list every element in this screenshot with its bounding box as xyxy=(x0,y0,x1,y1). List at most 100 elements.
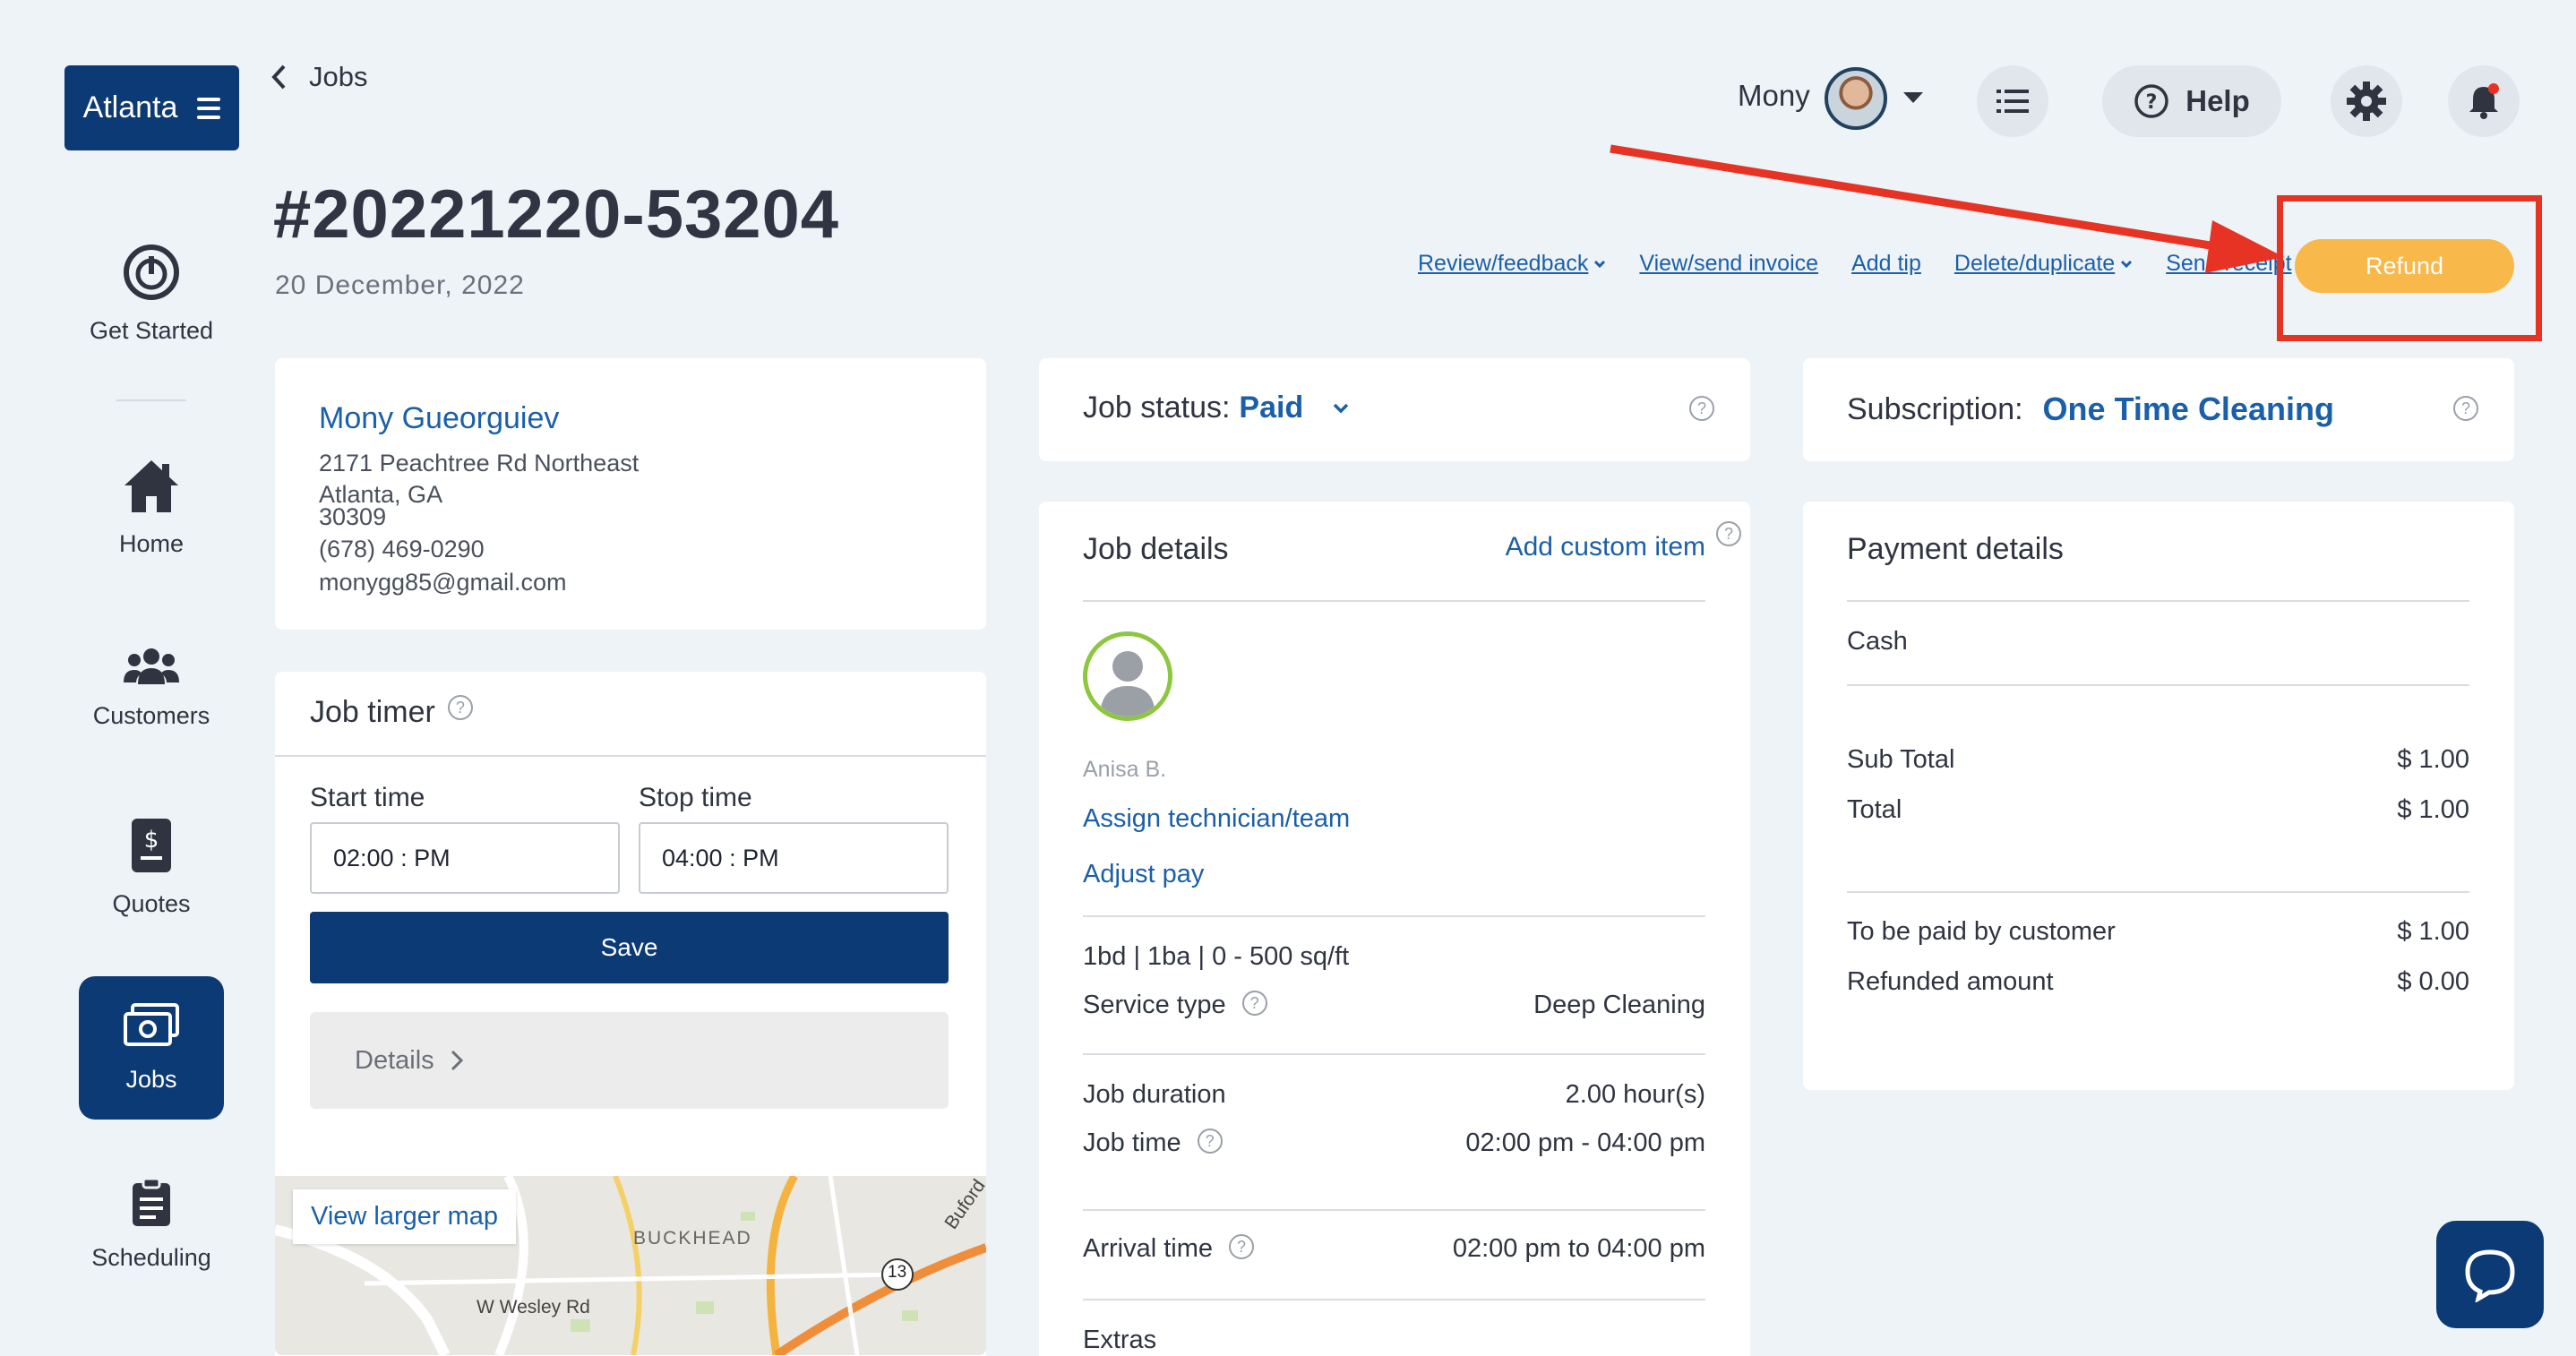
page-title: #20221220-53204 xyxy=(273,176,840,253)
power-icon xyxy=(124,245,179,300)
chat-icon xyxy=(2465,1249,2515,1302)
view-send-invoice-link[interactable]: View/send invoice xyxy=(1639,251,1818,277)
add-tip-link[interactable]: Add tip xyxy=(1851,251,1921,277)
service-type-value: Deep Cleaning xyxy=(1533,991,1705,1019)
customer-name-link[interactable]: Mony Gueorguiev xyxy=(319,401,559,436)
gear-icon xyxy=(2347,82,2386,121)
job-timer-title: Job timer xyxy=(310,695,435,729)
help-icon[interactable]: ? xyxy=(1689,396,1714,421)
svg-text:$: $ xyxy=(144,827,159,854)
customers-icon xyxy=(124,648,179,684)
help-icon[interactable]: ? xyxy=(1197,1129,1223,1154)
subscription-label: Subscription: xyxy=(1847,391,2023,426)
help-icon[interactable]: ? xyxy=(2453,396,2478,421)
job-details-title: Job details xyxy=(1083,532,1229,566)
list-view-button[interactable] xyxy=(1977,65,2048,137)
delete-duplicate-link[interactable]: Delete/duplicate xyxy=(1954,251,2133,277)
review-feedback-link[interactable]: Review/feedback xyxy=(1418,251,1606,277)
chevron-down-icon[interactable] xyxy=(1332,402,1350,415)
nav-label: Scheduling xyxy=(91,1244,211,1271)
job-time-value: 02:00 pm - 04:00 pm xyxy=(1465,1129,1705,1157)
total-value: $ 1.00 xyxy=(2397,795,2469,824)
assign-technician-link[interactable]: Assign technician/team xyxy=(1083,804,1350,834)
jobs-icon xyxy=(124,1002,179,1046)
job-date: 20 December, 2022 xyxy=(275,270,525,300)
nav-home[interactable]: Home xyxy=(79,459,224,558)
technician-name: Anisa B. xyxy=(1083,757,1167,782)
help-icon[interactable]: ? xyxy=(1241,991,1267,1016)
help-icon[interactable]: ? xyxy=(1229,1234,1255,1259)
adjust-pay-link[interactable]: Adjust pay xyxy=(1083,860,1204,889)
help-button[interactable]: ? Help xyxy=(2102,65,2281,137)
nav-customers[interactable]: Customers xyxy=(79,647,224,730)
settings-button[interactable] xyxy=(2331,65,2402,137)
subtotal-label: Sub Total xyxy=(1847,745,1955,774)
arrival-time-value: 02:00 pm to 04:00 pm xyxy=(1452,1234,1705,1263)
save-button[interactable]: Save xyxy=(310,912,949,983)
subscription-card: Subscription: One Time Cleaning ? xyxy=(1803,358,2514,461)
send-receipt-link[interactable]: Send receipt xyxy=(2166,251,2291,277)
map-label-road: W Wesley Rd xyxy=(477,1297,590,1317)
chevron-down-icon xyxy=(2121,260,2133,268)
job-status-label: Job status: xyxy=(1083,390,1231,425)
nav-jobs[interactable]: Jobs xyxy=(79,976,224,1120)
to-be-paid-label: To be paid by customer xyxy=(1847,917,2116,946)
map-label-area: BUCKHEAD xyxy=(633,1228,752,1249)
stop-time-label: Stop time xyxy=(639,783,752,812)
subscription-value[interactable]: One Time Cleaning xyxy=(2043,390,2334,428)
details-button[interactable]: Details xyxy=(310,1012,949,1109)
arrival-time-label: Arrival time xyxy=(1083,1234,1214,1263)
quote-icon: $ xyxy=(132,819,171,872)
nav-label: Home xyxy=(118,530,185,557)
customer-card: Mony Gueorguiev 2171 Peachtree Rd Northe… xyxy=(275,358,986,630)
start-time-input[interactable]: 02:00 : PM xyxy=(310,822,620,894)
view-larger-map-link[interactable]: View larger map xyxy=(293,1189,517,1244)
job-actions: Review/feedback View/send invoice Add ti… xyxy=(1418,251,2292,277)
list-icon xyxy=(1996,90,2029,113)
question-circle-icon: ? xyxy=(2134,84,2168,118)
map-route-marker: 13 xyxy=(888,1263,907,1282)
job-duration-value: 2.00 hour(s) xyxy=(1565,1080,1705,1109)
chat-button[interactable] xyxy=(2436,1221,2544,1328)
customer-phone: (678) 469-0290 xyxy=(319,536,485,562)
svg-text:?: ? xyxy=(2146,91,2158,114)
technician-avatar[interactable] xyxy=(1083,631,1172,721)
chevron-down-icon xyxy=(1594,260,1606,268)
help-icon[interactable]: ? xyxy=(1716,521,1741,546)
chevron-right-icon xyxy=(451,1050,463,1071)
chevron-down-icon[interactable] xyxy=(1903,92,1923,103)
details-label: Details xyxy=(355,1045,434,1075)
avatar[interactable] xyxy=(1825,67,1887,130)
back-to-jobs-link[interactable]: Jobs xyxy=(271,61,367,93)
job-status-card: Job status: Paid ? xyxy=(1039,358,1750,461)
map[interactable]: View larger map BUCKHEAD W Wesley Rd Buf… xyxy=(275,1176,986,1355)
nav-quotes[interactable]: $ Quotes xyxy=(79,817,224,918)
job-size: 1bd | 1ba | 0 - 500 sq/ft xyxy=(1083,942,1350,971)
home-icon xyxy=(125,460,178,512)
customer-street: 2171 Peachtree Rd Northeast xyxy=(319,450,640,476)
payment-details-title: Payment details xyxy=(1847,532,2064,566)
job-time-label: Job time xyxy=(1083,1129,1181,1157)
subtotal-value: $ 1.00 xyxy=(2397,745,2469,774)
chevron-left-icon xyxy=(271,64,286,90)
refunded-amount-value: $ 0.00 xyxy=(2397,967,2469,996)
payment-method: Cash xyxy=(1847,627,1908,656)
help-icon[interactable]: ? xyxy=(447,695,473,720)
person-silhouette-icon xyxy=(1100,651,1155,717)
hamburger-icon xyxy=(197,97,221,119)
notifications-button[interactable] xyxy=(2448,65,2520,137)
job-status-value[interactable]: Paid xyxy=(1239,390,1303,425)
nav-get-started[interactable]: Get Started xyxy=(79,244,224,345)
location-menu-button[interactable]: Atlanta xyxy=(64,65,239,150)
nav-scheduling[interactable]: Scheduling xyxy=(79,1178,224,1272)
user-name[interactable]: Mony xyxy=(1738,79,1810,113)
annotation-highlight-box xyxy=(2277,195,2542,341)
add-custom-item-link[interactable]: Add custom item xyxy=(1506,532,1705,562)
job-timer-card: Job timer ? Start time Stop time 02:00 :… xyxy=(275,672,986,1356)
help-label: Help xyxy=(2185,84,2250,117)
clipboard-icon xyxy=(133,1178,170,1226)
nav-divider xyxy=(116,399,186,401)
payment-details-card: Payment details Cash Sub Total $ 1.00 To… xyxy=(1803,502,2514,1090)
stop-time-input[interactable]: 04:00 : PM xyxy=(639,822,949,894)
bell-icon xyxy=(2469,83,2499,119)
